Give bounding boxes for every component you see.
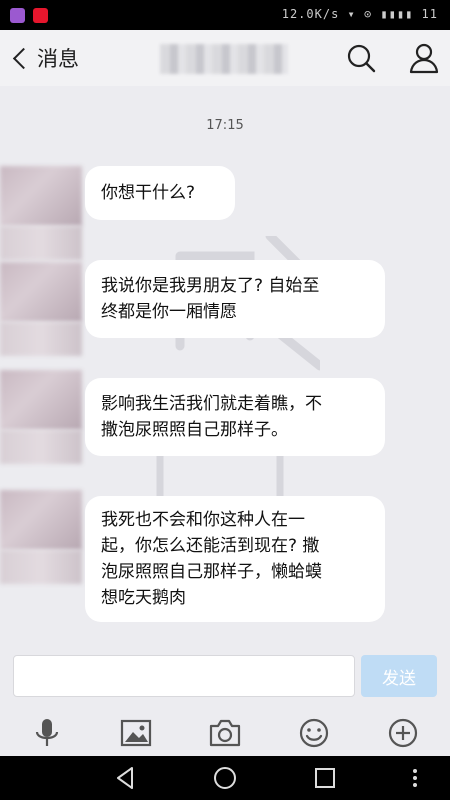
chat-toolbar [0, 710, 450, 756]
message-text-line: 终都是你一厢情愿 [101, 302, 237, 322]
search-button[interactable] [343, 40, 379, 76]
message-bubble[interactable]: 我说你是我男朋友了? 自始至 终都是你一厢情愿 [85, 260, 385, 338]
emoji-button[interactable] [297, 716, 331, 750]
message-text-line: 我说你是我男朋友了? 自始至 [101, 276, 320, 296]
status-bar: 12.0K/s ▾ ⊙ ▮▮▮▮ 11 [0, 0, 450, 30]
input-bar: 发送 [0, 642, 450, 710]
sender-avatar-blurred[interactable] [0, 370, 82, 430]
sender-avatar-blurred[interactable] [0, 166, 82, 226]
nav-recents-button[interactable] [310, 764, 340, 792]
message-text-line: 泡尿照照自己那样子，懒蛤蟆 [101, 562, 322, 582]
more-button[interactable] [386, 716, 420, 750]
back-button[interactable]: 消息 [10, 40, 79, 76]
send-button[interactable]: 发送 [361, 655, 437, 697]
chevron-left-icon [12, 47, 35, 69]
message-text-line: 撒泡尿照照自己那样子。 [101, 420, 288, 440]
status-indicators: 12.0K/s ▾ ⊙ ▮▮▮▮ 11 [281, 7, 438, 21]
message-text-line: 起，你怎么还能活到现在? 撒 [101, 536, 320, 556]
profile-button[interactable] [406, 40, 442, 76]
image-icon [120, 719, 152, 747]
message-bubble[interactable]: 你想干什么? [85, 166, 235, 220]
camera-button[interactable] [208, 716, 242, 750]
microphone-icon [35, 719, 59, 746]
avatar-blur-strip [0, 322, 82, 356]
message-timestamp: 17:15 [206, 118, 244, 133]
sender-avatar-blurred[interactable] [0, 490, 82, 550]
nav-back-button[interactable] [110, 764, 140, 792]
image-button[interactable] [119, 716, 153, 750]
more-dots-icon [413, 769, 417, 787]
message-bubble[interactable]: 影响我生活我们就走着瞧，不 撒泡尿照照自己那样子。 [85, 378, 385, 456]
nav-home-button[interactable] [210, 764, 240, 792]
plus-icon [388, 718, 418, 748]
back-label: 消息 [37, 47, 79, 71]
message-text: 你想干什么? [101, 183, 196, 203]
avatar-blur-strip [0, 550, 82, 584]
contact-name-blurred [160, 44, 288, 74]
search-icon [347, 44, 376, 73]
home-circle-icon [214, 767, 236, 789]
message-text-line: 我死也不会和你这种人在一 [101, 510, 305, 530]
sender-avatar-blurred[interactable] [0, 262, 82, 322]
message-input[interactable] [13, 655, 355, 697]
chat-screen: 12.0K/s ▾ ⊙ ▮▮▮▮ 11 消息 17:15 你想干什么? 我说你是… [0, 0, 450, 800]
message-bubble[interactable]: 我死也不会和你这种人在一 起，你怎么还能活到现在? 撒 泡尿照照自己那样子，懒蛤… [85, 496, 385, 622]
avatar-blur-strip [0, 430, 82, 464]
message-text-line: 影响我生活我们就走着瞧，不 [101, 394, 322, 414]
gallery-notification-icon [10, 8, 25, 23]
recents-square-icon [315, 768, 335, 788]
message-text-line: 想吃天鹅肉 [101, 588, 186, 608]
chat-header: 消息 [0, 30, 450, 86]
weibo-notification-icon [33, 8, 48, 23]
camera-icon [209, 719, 241, 747]
chat-area[interactable]: 17:15 你想干什么? 我说你是我男朋友了? 自始至 终都是你一厢情愿 影响我… [0, 86, 450, 736]
person-icon [409, 43, 439, 74]
back-triangle-icon [117, 767, 133, 789]
avatar-blur-strip [0, 226, 82, 260]
system-nav-bar [0, 756, 450, 800]
emoji-icon [299, 718, 329, 748]
nav-more-button[interactable] [400, 764, 430, 792]
voice-button[interactable] [30, 716, 64, 750]
